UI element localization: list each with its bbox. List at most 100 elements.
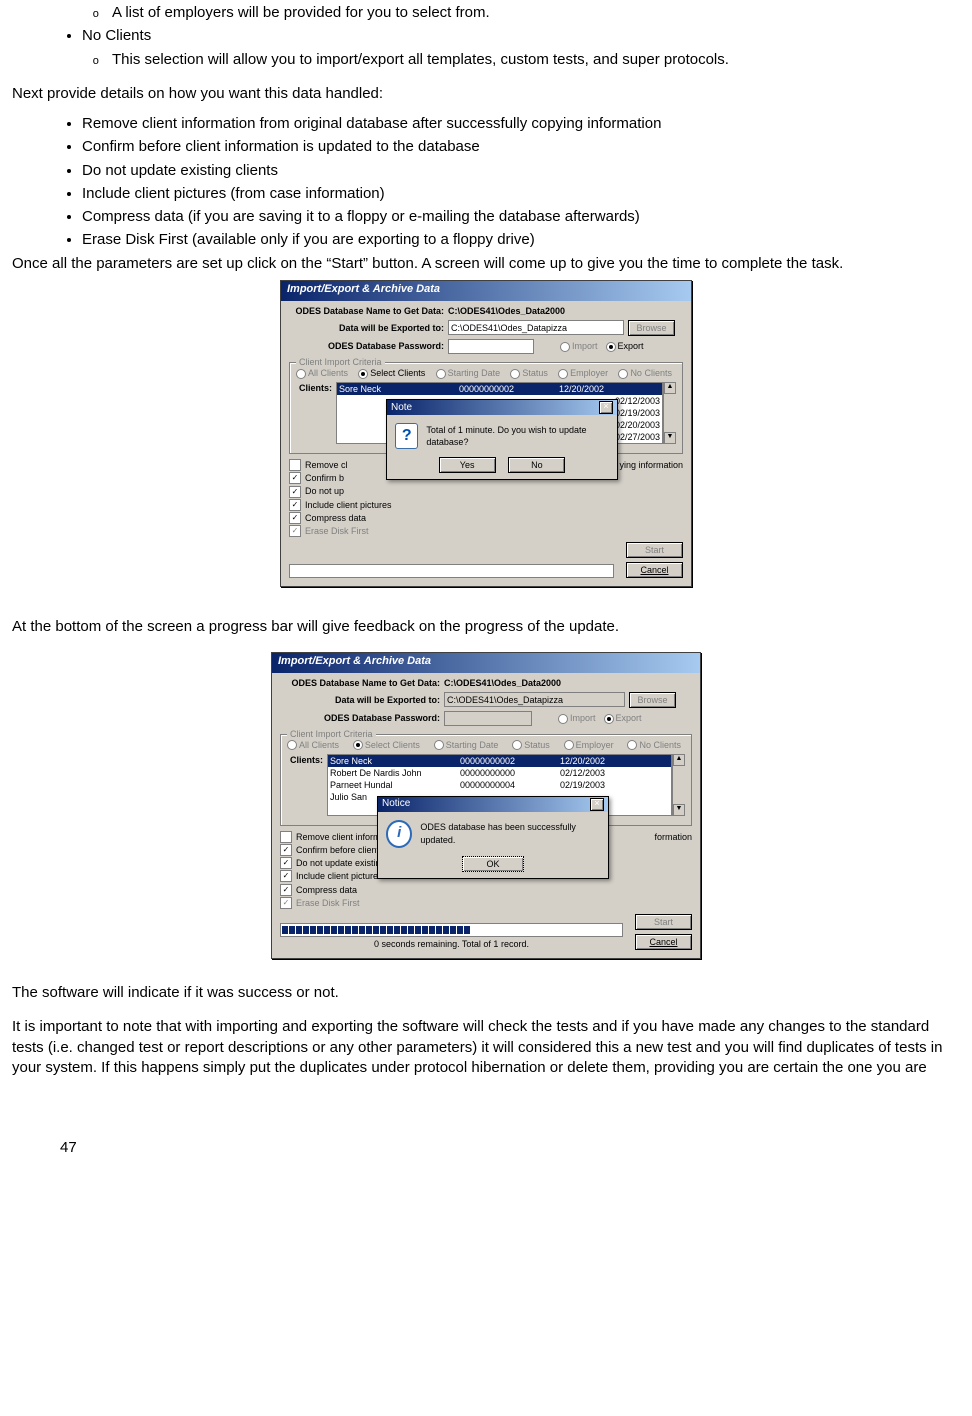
notice-title-text: Notice <box>382 797 410 811</box>
text: Include client pictures (from case infor… <box>82 185 385 202</box>
bullet: Do not update existing clients <box>82 161 960 181</box>
ok-button[interactable]: OK <box>462 856 524 872</box>
label-db-name: ODES Database Name to Get Data: <box>280 677 440 689</box>
checkbox-erase-disk: Erase Disk First <box>280 897 692 909</box>
bullet: Compress data (if you are saving it to a… <box>82 207 960 227</box>
paragraph: The software will indicate if it was suc… <box>12 983 960 1003</box>
yes-button[interactable]: Yes <box>439 457 496 473</box>
start-button[interactable]: Start <box>626 542 683 558</box>
checkbox-compress[interactable]: Compress data <box>289 512 683 524</box>
radio-employer[interactable]: Employer <box>558 367 608 379</box>
scroll-down-icon[interactable]: ▼ <box>664 432 676 444</box>
sub-bullet: A list of employers will be provided for… <box>108 3 960 23</box>
note-title-bar: Note × <box>387 400 617 415</box>
radio-export: Export <box>604 712 642 724</box>
list-row: Parneet Hundal 00000000004 02/19/2003 <box>328 779 671 791</box>
list-row[interactable]: Sore Neck 00000000002 12/20/2002 <box>337 383 662 395</box>
bullet-no-clients: No Clients <box>82 26 960 46</box>
cancel-button[interactable]: Cancel <box>635 934 692 950</box>
value-db-name: C:\ODES41\Odes_Data2000 <box>444 677 561 689</box>
bullet: Include client pictures (from case infor… <box>82 184 960 204</box>
radio-all-clients[interactable]: All Clients <box>296 367 348 379</box>
info-icon: i <box>386 820 412 848</box>
text: Erase Disk First (available only if you … <box>82 231 535 248</box>
progress-bar <box>280 923 623 937</box>
bullet: Erase Disk First (available only if you … <box>82 230 960 250</box>
input-password <box>444 711 532 726</box>
dialog-title-text: Import/Export & Archive Data <box>287 282 440 297</box>
radio-no-clients: No Clients <box>627 739 681 751</box>
text: Remove client information from original … <box>82 115 661 132</box>
text: A list of employers will be provided for… <box>112 4 490 21</box>
progress-text: 0 seconds remaining. Total of 1 record. <box>280 938 623 950</box>
question-icon: ? <box>395 423 418 449</box>
scrollbar[interactable]: ▲ ▼ <box>663 382 676 444</box>
radio-import: Import <box>558 712 596 724</box>
close-icon[interactable]: × <box>590 798 604 811</box>
dialog-title-bar: Import/Export & Archive Data <box>272 653 700 673</box>
input-export-path: C:\ODES41\Odes_Datapizza <box>444 692 625 707</box>
dialog-title-bar: Import/Export & Archive Data <box>281 281 691 301</box>
checkbox-erase-disk: Erase Disk First <box>289 525 683 537</box>
scroll-up-icon[interactable]: ▲ <box>664 382 676 394</box>
paragraph: Once all the parameters are set up click… <box>12 254 960 274</box>
radio-select-clients: Select Clients <box>353 739 420 751</box>
value-db-name: C:\ODES41\Odes_Data2000 <box>448 305 565 317</box>
cancel-button[interactable]: Cancel <box>626 562 683 578</box>
list-row: Robert De Nardis John 00000000000 02/12/… <box>328 767 671 779</box>
list-row: Sore Neck 00000000002 12/20/2002 <box>328 755 671 767</box>
radio-import[interactable]: Import <box>560 340 598 352</box>
start-button: Start <box>635 914 692 930</box>
sub-bullet: This selection will allow you to import/… <box>108 50 960 70</box>
input-export-path[interactable]: C:\ODES41\Odes_Datapizza <box>448 320 624 335</box>
label-export-to: Data will be Exported to: <box>289 322 444 334</box>
notice-message: ODES database has been successfully upda… <box>420 821 600 845</box>
radio-starting-date: Starting Date <box>434 739 499 751</box>
checkbox-no-update[interactable]: Do not up <box>289 485 683 497</box>
group-title: Client Import Criteria <box>296 356 385 368</box>
close-icon[interactable]: × <box>599 401 613 414</box>
radio-employer: Employer <box>564 739 614 751</box>
paragraph: Next provide details on how you want thi… <box>12 84 960 104</box>
note-title-text: Note <box>391 401 412 415</box>
page-number: 47 <box>60 1138 960 1158</box>
scroll-up-icon: ▲ <box>673 754 685 766</box>
checkbox-pictures[interactable]: Include client pictures <box>289 499 683 511</box>
bullet: Remove client information from original … <box>82 114 960 134</box>
browse-button: Browse <box>629 692 676 708</box>
radio-starting-date[interactable]: Starting Date <box>436 367 501 379</box>
group-title: Client Import Criteria <box>287 728 376 740</box>
checkbox-compress: Compress data <box>280 884 692 896</box>
no-button[interactable]: No <box>508 457 565 473</box>
notice-dialog: Notice × i ODES database has been succes… <box>377 796 609 879</box>
radio-export[interactable]: Export <box>606 340 644 352</box>
figure-2: Import/Export & Archive Data ODES Databa… <box>12 652 960 960</box>
page-content: A list of employers will be provided for… <box>0 3 972 1198</box>
paragraph: It is important to note that with import… <box>12 1017 960 1078</box>
input-password[interactable] <box>448 339 534 354</box>
browse-button[interactable]: Browse <box>628 320 675 336</box>
dialog-title-text: Import/Export & Archive Data <box>278 654 431 669</box>
text: Confirm before client information is upd… <box>82 138 480 155</box>
label-clients: Clients: <box>296 382 332 394</box>
scrollbar: ▲ ▼ <box>672 754 685 816</box>
figure-1: Import/Export & Archive Data ODES Databa… <box>12 280 960 588</box>
label-export-to: Data will be Exported to: <box>280 694 440 706</box>
import-export-dialog: Import/Export & Archive Data ODES Databa… <box>280 280 692 588</box>
notice-title-bar: Notice × <box>378 797 608 812</box>
paragraph: At the bottom of the screen a progress b… <box>12 617 960 637</box>
bullet: Confirm before client information is upd… <box>82 137 960 157</box>
import-export-dialog-2: Import/Export & Archive Data ODES Databa… <box>271 652 701 960</box>
scroll-down-icon: ▼ <box>673 804 685 816</box>
note-message: Total of 1 minute. Do you wish to update… <box>426 424 609 448</box>
radio-all-clients: All Clients <box>287 739 339 751</box>
note-dialog: Note × ? Total of 1 minute. Do you wish … <box>386 399 618 480</box>
label-password: ODES Database Password: <box>289 340 444 352</box>
radio-select-clients[interactable]: Select Clients <box>358 367 425 379</box>
radio-status[interactable]: Status <box>510 367 548 379</box>
text: This selection will allow you to import/… <box>112 51 729 68</box>
radio-no-clients[interactable]: No Clients <box>618 367 672 379</box>
label-password: ODES Database Password: <box>280 712 440 724</box>
progress-bar <box>289 564 614 578</box>
radio-status: Status <box>512 739 550 751</box>
